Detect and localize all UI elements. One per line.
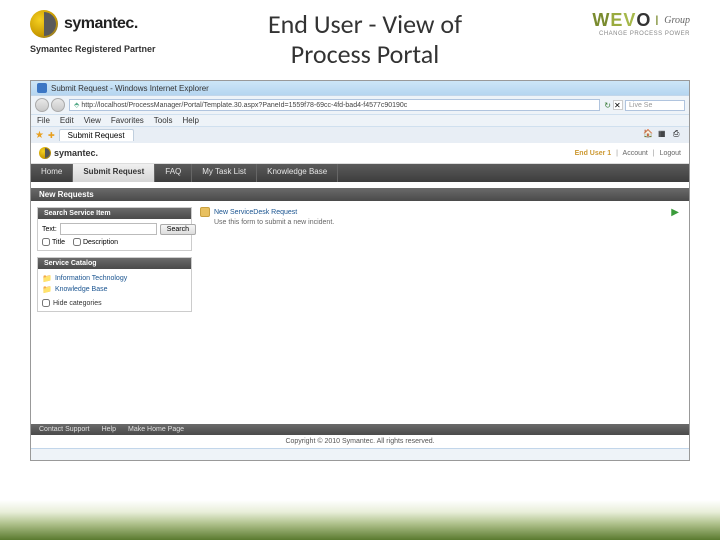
slide-title: End User - View of Process Portal <box>210 10 520 70</box>
nav-my-task-list[interactable]: My Task List <box>192 164 257 182</box>
nav-faq[interactable]: FAQ <box>155 164 192 182</box>
back-button[interactable] <box>35 98 49 112</box>
menu-edit[interactable]: Edit <box>60 116 74 125</box>
current-user: End User 1 <box>575 150 612 157</box>
ie-icon <box>37 83 47 93</box>
app-footer: Contact Support Help Make Home Page <box>31 424 689 435</box>
partner-label: Symantec Registered Partner <box>30 44 210 54</box>
search-button[interactable]: Search <box>160 224 196 235</box>
favorites-star-icon[interactable]: ★ <box>35 130 44 141</box>
request-subtitle: Use this form to submit a new incident. <box>214 219 683 226</box>
slide-footer-gradient <box>0 500 720 540</box>
symantec-swirl-icon <box>39 147 51 159</box>
symantec-wordmark: symantec. <box>64 15 138 33</box>
search-input[interactable] <box>60 223 157 235</box>
account-link[interactable]: Account <box>623 150 648 157</box>
catalog-item-it[interactable]: 📁Information Technology <box>42 273 187 284</box>
play-icon[interactable]: ▶ <box>671 207 679 218</box>
menu-help[interactable]: Help <box>182 116 198 125</box>
footer-help[interactable]: Help <box>102 426 116 433</box>
wevo-tagline: CHANGE PROCESS POWER <box>520 31 690 37</box>
panel-search-service-item: Search Service Item Text: Search Title D… <box>37 207 192 251</box>
browser-tab[interactable]: Submit Request <box>59 129 134 141</box>
home-icon[interactable]: 🏠 <box>643 129 655 141</box>
print-icon[interactable]: ⎙ <box>673 129 685 141</box>
request-icon <box>200 207 210 217</box>
footer-contact-support[interactable]: Contact Support <box>39 426 90 433</box>
browser-search[interactable]: Live Se <box>625 100 685 111</box>
menu-file[interactable]: File <box>37 116 50 125</box>
menu-view[interactable]: View <box>84 116 101 125</box>
feeds-icon[interactable]: ▦ <box>658 129 670 141</box>
filter-title[interactable]: Title <box>42 238 65 246</box>
logout-link[interactable]: Logout <box>660 150 681 157</box>
panel-service-catalog: Service Catalog 📁Information Technology … <box>37 257 192 312</box>
globe-icon: ⬘ <box>74 101 79 109</box>
stop-button[interactable]: ✕ <box>613 100 623 110</box>
panel-header: Search Service Item <box>38 208 191 219</box>
refresh-icon[interactable]: ↻ <box>604 101 611 110</box>
nav-home[interactable]: Home <box>31 164 73 182</box>
panel-header: Service Catalog <box>38 258 191 269</box>
browser-window: Submit Request - Windows Internet Explor… <box>30 80 690 461</box>
user-links: End User 1 | Account | Logout <box>575 150 681 157</box>
hide-categories[interactable]: Hide categories <box>42 299 187 307</box>
menu-tools[interactable]: Tools <box>154 116 173 125</box>
folder-icon: 📁 <box>42 274 52 283</box>
new-servicedesk-request[interactable]: New ServiceDesk Request <box>200 207 683 217</box>
nav-knowledge-base[interactable]: Knowledge Base <box>257 164 338 182</box>
app-logo: symantec. <box>39 147 98 159</box>
window-title: Submit Request - Windows Internet Explor… <box>51 84 209 93</box>
search-label: Text: <box>42 226 57 233</box>
copyright: Copyright © 2010 Symantec. All rights re… <box>31 435 689 448</box>
catalog-item-kb[interactable]: 📁Knowledge Base <box>42 284 187 295</box>
app-nav: Home Submit Request FAQ My Task List Kno… <box>31 164 689 182</box>
nav-submit-request[interactable]: Submit Request <box>73 164 155 182</box>
section-new-requests: New Requests <box>31 188 689 201</box>
favorites-add-icon[interactable]: ✚ <box>48 131 55 140</box>
folder-icon: 📁 <box>42 285 52 294</box>
symantec-logo-block: symantec. Symantec Registered Partner <box>30 10 210 54</box>
menu-favorites[interactable]: Favorites <box>111 116 144 125</box>
forward-button[interactable] <box>51 98 65 112</box>
symantec-swirl-icon <box>30 10 58 38</box>
url-text: http://localhost/ProcessManager/Portal/T… <box>81 102 407 109</box>
ie-status-bar <box>31 448 689 460</box>
address-bar[interactable]: ⬘ http://localhost/ProcessManager/Portal… <box>69 99 600 111</box>
footer-make-home-page[interactable]: Make Home Page <box>128 426 184 433</box>
window-titlebar: Submit Request - Windows Internet Explor… <box>31 81 689 95</box>
filter-description[interactable]: Description <box>73 238 118 246</box>
wevo-logo-block: WEVO|Group CHANGE PROCESS POWER <box>520 10 690 37</box>
